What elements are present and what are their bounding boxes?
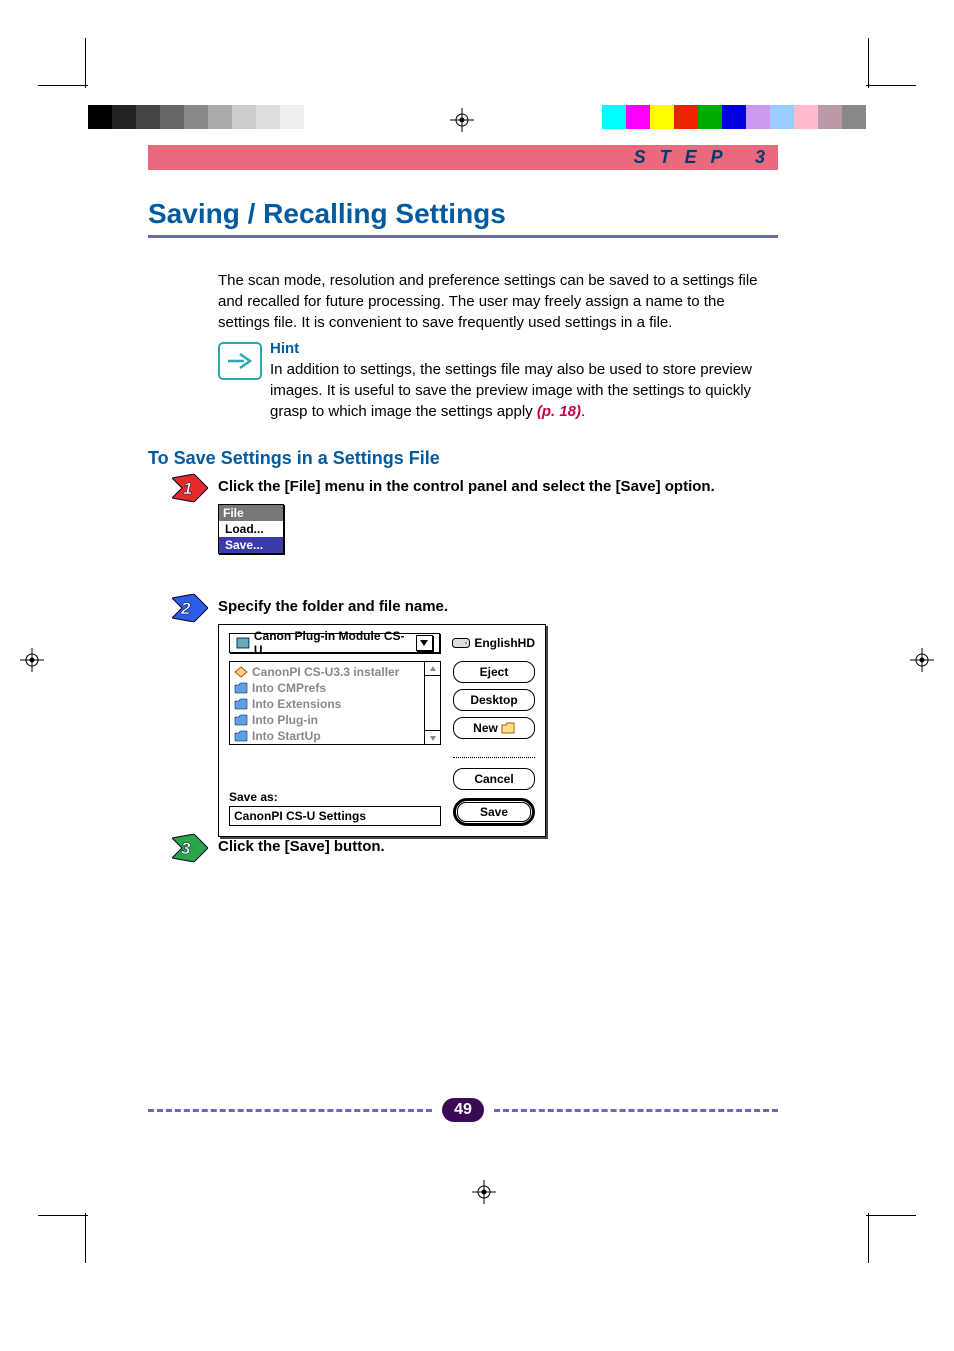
crop-mark <box>38 1215 88 1216</box>
svg-text:1: 1 <box>183 479 192 498</box>
save-as-label: Save as: <box>229 790 441 804</box>
registration-mark-icon <box>450 108 474 132</box>
step-label: STEP 3 <box>634 145 779 170</box>
list-item[interactable]: Into StartUp <box>234 728 420 744</box>
list-item-label: Into StartUp <box>252 729 321 743</box>
installer-icon <box>234 666 248 678</box>
list-item-label: Into CMPrefs <box>252 681 326 695</box>
step-2-text: Specify the folder and file name. <box>218 598 782 615</box>
save-dialog: Canon Plug-in Module CS-U EnglishHD Cano… <box>218 624 546 837</box>
new-folder-button[interactable]: New <box>453 717 535 739</box>
color-bar-grayscale <box>88 105 304 129</box>
list-item[interactable]: Into CMPrefs <box>234 680 420 696</box>
step-3-text: Click the [Save] button. <box>218 838 782 855</box>
color-bar-color <box>602 105 866 129</box>
list-item-label: Into Plug-in <box>252 713 318 727</box>
scroll-up-icon[interactable] <box>425 662 440 676</box>
step-number-3-icon: 3 <box>172 834 208 862</box>
step-number-2-icon: 2 <box>172 594 208 622</box>
step-1-text: Click the [File] menu in the control pan… <box>218 478 782 495</box>
crop-mark <box>868 1213 869 1263</box>
file-menu-save[interactable]: Save... <box>219 537 283 553</box>
folder-icon <box>234 714 248 726</box>
step-number-1-icon: 1 <box>172 474 208 502</box>
cancel-button[interactable]: Cancel <box>453 768 535 790</box>
file-menu-load[interactable]: Load... <box>219 521 283 537</box>
registration-mark-icon <box>20 648 44 672</box>
separator <box>453 757 535 758</box>
save-button-default-ring: Save <box>453 798 535 826</box>
crop-mark <box>38 85 88 86</box>
crop-mark <box>866 85 916 86</box>
desktop-button[interactable]: Desktop <box>453 689 535 711</box>
section-title: To Save Settings in a Settings File <box>148 448 440 469</box>
module-icon <box>236 637 250 649</box>
file-menu-header[interactable]: File <box>219 505 283 521</box>
hard-disk-icon <box>452 638 470 648</box>
hint-title: Hint <box>270 340 299 357</box>
list-item-label: Into Extensions <box>252 697 341 711</box>
crop-mark <box>85 1213 86 1263</box>
disk-name: EnglishHD <box>474 636 535 650</box>
svg-text:3: 3 <box>181 839 191 858</box>
page-title: Saving / Recalling Settings <box>148 198 506 230</box>
svg-text:2: 2 <box>180 599 191 618</box>
footer-dash-left <box>148 1109 432 1112</box>
list-item[interactable]: Into Plug-in <box>234 712 420 728</box>
step-1: 1 Click the [File] menu in the control p… <box>172 478 782 495</box>
title-underline <box>148 235 778 238</box>
step-3: 3 Click the [Save] button. <box>172 838 782 855</box>
crop-mark <box>85 38 86 88</box>
file-menu[interactable]: File Load... Save... <box>218 504 284 554</box>
save-button[interactable]: Save <box>457 802 531 822</box>
new-folder-icon <box>501 722 515 734</box>
page-reference-link[interactable]: (p. 18) <box>537 403 581 420</box>
hint-arrow-icon <box>218 342 262 380</box>
crop-mark <box>866 1215 916 1216</box>
hint-period: . <box>581 403 585 420</box>
page-number: 49 <box>442 1098 484 1122</box>
folder-popup[interactable]: Canon Plug-in Module CS-U <box>229 633 440 653</box>
disk-label: EnglishHD <box>452 636 535 650</box>
list-item[interactable]: CanonPI CS-U3.3 installer <box>234 664 420 680</box>
intro-text: The scan mode, resolution and preference… <box>218 270 778 333</box>
scrollbar[interactable] <box>424 662 440 744</box>
new-button-label: New <box>473 718 498 738</box>
crop-mark <box>868 38 869 88</box>
folder-icon <box>234 730 248 742</box>
eject-button[interactable]: Eject <box>453 661 535 683</box>
step-2: 2 Specify the folder and file name. <box>172 598 782 615</box>
registration-mark-icon <box>472 1180 496 1204</box>
folder-icon <box>234 698 248 710</box>
chevron-down-icon[interactable] <box>416 635 434 651</box>
footer-dash-right <box>494 1109 778 1112</box>
list-item-label: CanonPI CS-U3.3 installer <box>252 665 399 679</box>
page-footer: 49 <box>148 1098 778 1122</box>
folder-icon <box>234 682 248 694</box>
registration-mark-icon <box>910 648 934 672</box>
file-list[interactable]: CanonPI CS-U3.3 installer Into CMPrefs I… <box>229 661 441 745</box>
hint-block: Hint In addition to settings, the settin… <box>218 338 778 422</box>
save-as-input[interactable]: CanonPI CS-U Settings <box>229 806 441 826</box>
list-item[interactable]: Into Extensions <box>234 696 420 712</box>
folder-popup-label: Canon Plug-in Module CS-U <box>254 629 412 657</box>
hint-body: In addition to settings, the settings fi… <box>270 361 752 420</box>
scroll-down-icon[interactable] <box>425 730 440 744</box>
